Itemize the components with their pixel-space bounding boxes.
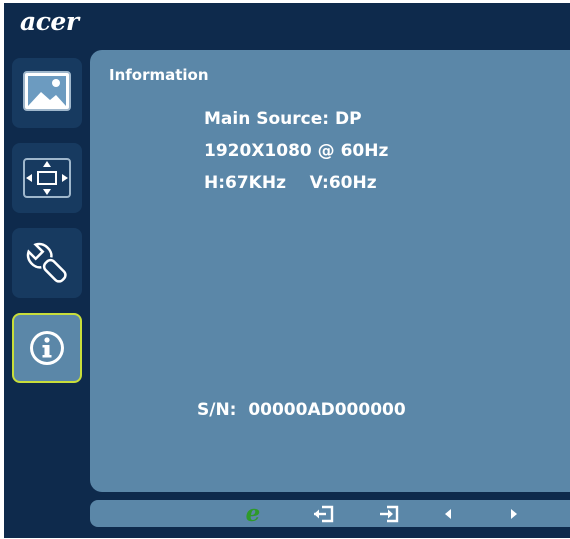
sidebar-item-information[interactable] [12, 313, 82, 383]
exit-icon[interactable] [312, 500, 336, 527]
sidebar-item-settings[interactable] [12, 228, 82, 298]
monitor-osd: acer Information Main Source: DP 1920X10… [4, 3, 570, 538]
right-arrow-icon[interactable] [506, 500, 522, 527]
wrench-icon [26, 242, 67, 283]
eco-icon[interactable]: e [240, 500, 266, 527]
panel-title: Information [109, 66, 209, 84]
info-icon [30, 331, 64, 365]
eco-label: e [245, 500, 261, 527]
enter-icon[interactable] [377, 500, 401, 527]
sidebar-item-picture[interactable] [12, 58, 82, 128]
position-arrows-icon [23, 158, 71, 198]
resolution-text: 1920X1080 @ 60Hz [204, 141, 389, 161]
serial-number-text: S/N: 00000AD000000 [197, 400, 406, 420]
hotkey-bar: e [90, 500, 570, 527]
sidebar-item-osd-position[interactable] [12, 143, 82, 213]
frequency-text: H:67KHz V:60Hz [204, 173, 377, 193]
information-panel: Information Main Source: DP 1920X1080 @ … [90, 50, 570, 492]
left-arrow-icon[interactable] [440, 500, 456, 527]
main-source-text: Main Source: DP [204, 109, 362, 129]
picture-icon [23, 71, 71, 111]
acer-logo: acer [20, 7, 79, 36]
